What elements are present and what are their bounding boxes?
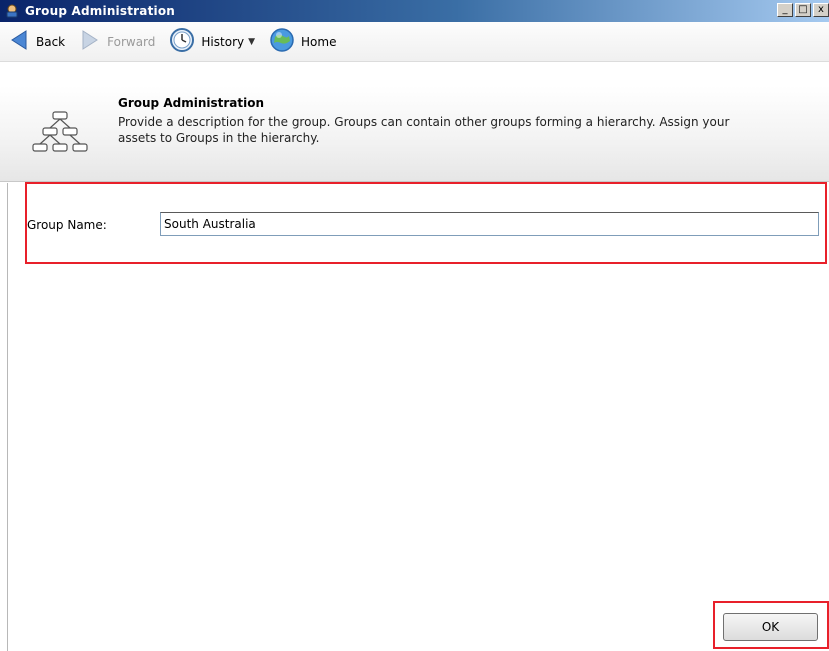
back-button[interactable]: Back <box>8 27 71 57</box>
forward-arrow-icon <box>79 29 101 54</box>
home-button[interactable]: Home <box>269 27 342 57</box>
close-button[interactable]: x <box>813 3 829 17</box>
page-title: Group Administration <box>118 96 265 110</box>
forward-label: Forward <box>107 34 156 49</box>
history-label: History <box>201 34 245 49</box>
history-button[interactable]: History ▼ <box>169 27 261 57</box>
clock-icon <box>169 27 195 56</box>
content-border <box>7 183 8 651</box>
page-description: Provide a description for the group. Gro… <box>118 115 730 145</box>
chevron-down-icon: ▼ <box>248 36 256 47</box>
window-title-bar[interactable]: Group Administration _ □ x <box>0 0 829 22</box>
group-name-input[interactable] <box>160 212 819 236</box>
home-globe-icon <box>269 27 295 56</box>
back-label: Back <box>36 34 66 49</box>
page-header: Group Administration Provide a descripti… <box>0 86 829 182</box>
home-label: Home <box>301 34 337 49</box>
group-name-label: Group Name: <box>27 218 107 232</box>
maximize-button[interactable]: □ <box>795 3 811 17</box>
group-name-row: Group Name: <box>0 207 829 243</box>
back-arrow-icon <box>8 29 30 54</box>
forward-button[interactable]: Forward <box>79 27 161 57</box>
minimize-button[interactable]: _ <box>777 3 793 17</box>
navigation-toolbar: Back Forward History ▼ Home <box>0 22 829 62</box>
ok-button[interactable]: OK <box>723 613 818 641</box>
app-icon <box>3 2 21 20</box>
window-title: Group Administration <box>25 4 176 18</box>
group-hierarchy-icon <box>30 108 90 160</box>
window-controls: _ □ x <box>777 3 829 17</box>
